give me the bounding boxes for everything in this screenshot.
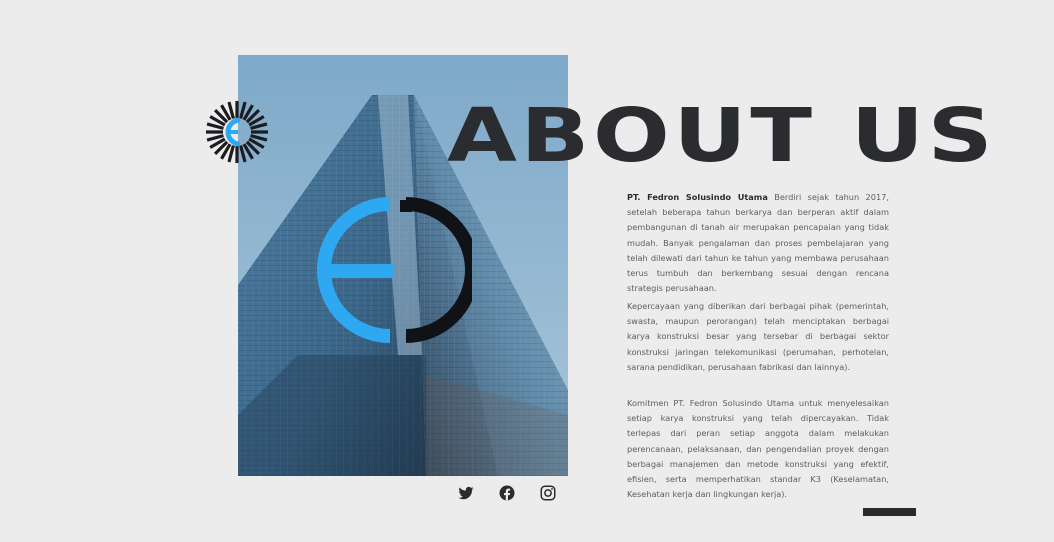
about-paragraph-2: Kepercayaan yang diberikan dari berbagai… [627,301,889,372]
about-paragraph-3: Komitmen PT. Fedron Solusindo Utama untu… [627,398,889,500]
facebook-icon[interactable] [498,484,516,502]
page-title: ABOUT US [447,93,997,179]
about-page: ABOUT US PT. Fedron Solusindo Utama Berd… [0,0,1054,542]
sun-logo-icon [204,99,270,165]
instagram-icon[interactable] [539,484,557,502]
about-paragraph-1: PT. Fedron Solusindo Utama Berdiri sejak… [627,190,889,296]
brand-logo-icon [314,190,479,350]
decorative-bar [863,508,916,516]
about-paragraph-1-text: Berdiri sejak tahun 2017, setelah bebera… [627,192,889,294]
company-name: PT. Fedron Solusindo Utama [627,192,768,202]
twitter-icon[interactable] [457,484,475,502]
